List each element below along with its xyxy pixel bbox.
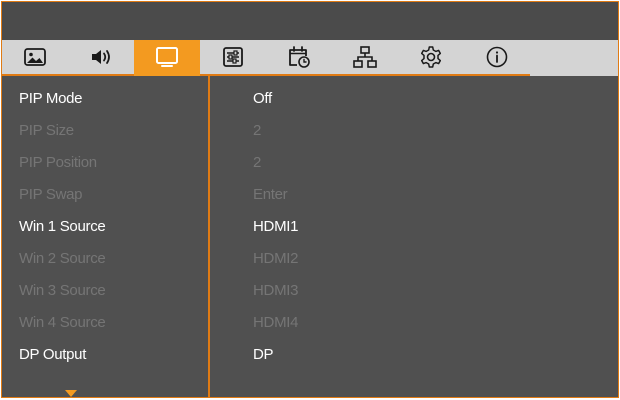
tab-adjust[interactable]	[200, 40, 266, 76]
tab-info[interactable]	[464, 40, 530, 76]
setting-label-pip-position: PIP Position	[19, 154, 97, 171]
settings-panel: PIP Mode PIP Size PIP Position PIP Swap …	[2, 76, 618, 397]
tab-screen[interactable]	[134, 40, 200, 76]
setting-value-win-2-source: HDMI2	[253, 250, 299, 267]
info-icon	[486, 46, 508, 68]
setting-value-pip-size: 2	[253, 122, 262, 139]
setting-value-pip-swap: Enter	[253, 186, 288, 203]
screen-display-icon	[156, 47, 178, 67]
scroll-down-arrow-icon[interactable]	[65, 390, 77, 397]
setting-label-pip-size: PIP Size	[19, 122, 74, 139]
setting-value-win-1-source[interactable]: HDMI1	[210, 211, 298, 243]
calendar-clock-icon	[289, 46, 310, 68]
settings-label-column: PIP Mode PIP Size PIP Position PIP Swap …	[2, 76, 208, 397]
title-bar	[2, 2, 618, 40]
adjustment-sliders-icon	[223, 47, 243, 67]
picture-icon	[24, 48, 46, 66]
tab-audio[interactable]	[68, 40, 134, 76]
tab-settings[interactable]	[398, 40, 464, 76]
setting-label-win-4-source: Win 4 Source	[19, 314, 106, 331]
setting-label-pip-mode[interactable]: PIP Mode	[2, 83, 83, 115]
tab-picture[interactable]	[2, 40, 68, 76]
setting-value-win-4-source: HDMI4	[253, 314, 299, 331]
setting-value-pip-mode[interactable]: Off	[210, 83, 272, 115]
setting-value-dp-output[interactable]: DP	[210, 339, 274, 371]
setting-label-win-3-source: Win 3 Source	[19, 282, 106, 299]
network-icon	[353, 46, 377, 68]
speaker-volume-icon	[92, 50, 110, 64]
setting-value-win-3-source: HDMI3	[253, 282, 299, 299]
setting-value-pip-position: 2	[253, 154, 262, 171]
tab-bar	[2, 40, 618, 76]
tab-schedule[interactable]	[266, 40, 332, 76]
tab-network[interactable]	[332, 40, 398, 76]
setting-label-pip-swap: PIP Swap	[19, 186, 83, 203]
setting-label-win-2-source: Win 2 Source	[19, 250, 106, 267]
gear-icon	[420, 46, 442, 68]
osd-menu: PIP Mode PIP Size PIP Position PIP Swap …	[1, 1, 619, 398]
settings-value-column: Off 2 2 Enter HDMI1 HDMI2 HDMI3 HDMI4 DP	[210, 76, 618, 397]
setting-label-dp-output[interactable]: DP Output	[2, 339, 86, 371]
setting-label-win-1-source[interactable]: Win 1 Source	[2, 211, 106, 243]
